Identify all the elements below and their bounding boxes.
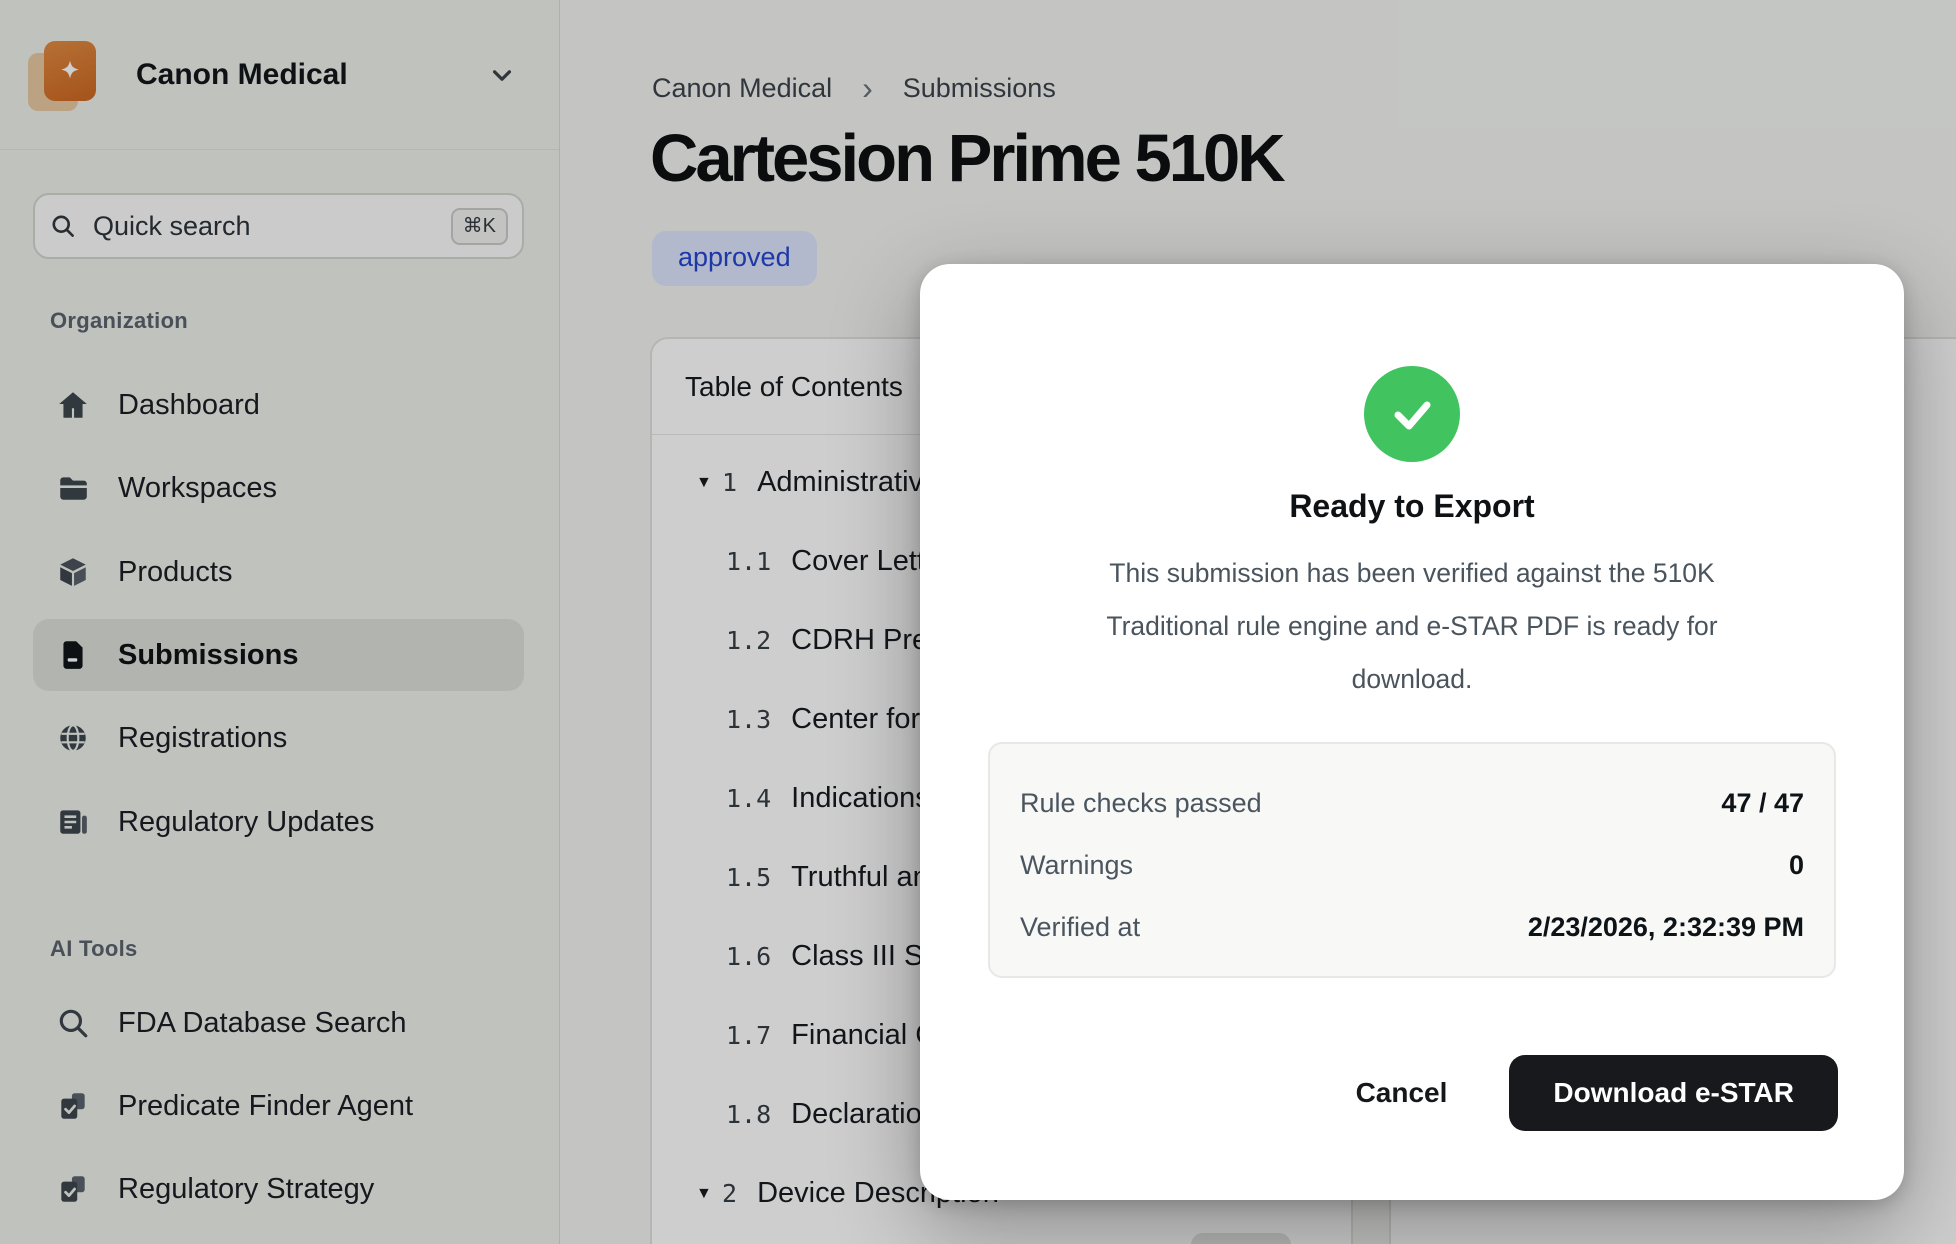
- export-dialog: Ready to Export This submission has been…: [920, 264, 1904, 1200]
- app-window: Canon Medical ⌘K Organization Dashboard …: [0, 0, 1956, 1244]
- stat-value: 2/23/2026, 2:32:39 PM: [1528, 912, 1804, 943]
- dialog-actions: Cancel Download e-STAR: [1346, 1055, 1838, 1131]
- stat-row: Warnings 0: [1020, 834, 1804, 896]
- verification-summary: Rule checks passed 47 / 47 Warnings 0 Ve…: [988, 742, 1836, 978]
- dialog-description: This submission has been verified agains…: [1072, 547, 1752, 706]
- success-check-icon: [1364, 366, 1460, 462]
- dialog-title: Ready to Export: [920, 488, 1904, 525]
- stat-row: Verified at 2/23/2026, 2:32:39 PM: [1020, 896, 1804, 958]
- cancel-button[interactable]: Cancel: [1346, 1077, 1458, 1109]
- stat-label: Warnings: [1020, 850, 1133, 881]
- stat-row: Rule checks passed 47 / 47: [1020, 772, 1804, 834]
- stat-value: 47 / 47: [1721, 788, 1804, 819]
- stat-label: Verified at: [1020, 912, 1140, 943]
- download-estar-button[interactable]: Download e-STAR: [1509, 1055, 1838, 1131]
- stat-value: 0: [1789, 850, 1804, 881]
- stat-label: Rule checks passed: [1020, 788, 1262, 819]
